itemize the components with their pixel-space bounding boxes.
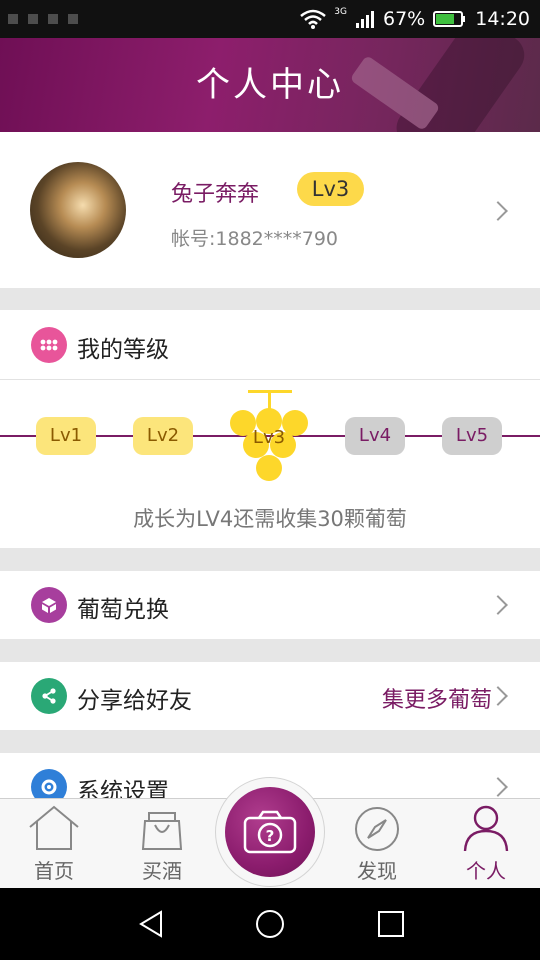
- grape-exchange-row[interactable]: 葡萄兑换: [0, 571, 540, 639]
- system-nav-bar: [0, 888, 540, 960]
- header: 个人中心: [0, 38, 540, 132]
- notification-icons: [8, 14, 78, 24]
- battery-percent: 67%: [383, 8, 426, 30]
- signal-icon: [356, 11, 374, 28]
- growth-hint: 成长为LV4还需收集30颗葡萄: [133, 507, 407, 531]
- camera-button[interactable]: ?: [225, 787, 315, 877]
- nav-buy-label: 买酒: [142, 859, 182, 883]
- chevron-right-icon: [488, 777, 508, 797]
- gift-box-icon: [31, 587, 67, 623]
- share-label: 分享给好友: [77, 688, 192, 714]
- level-badge: Lv3: [297, 172, 364, 206]
- nav-home-label: 首页: [34, 859, 74, 883]
- camera-help-icon: ?: [243, 810, 297, 854]
- level-pill-5: Lv5: [442, 417, 502, 455]
- level-icon: [31, 327, 67, 363]
- back-icon[interactable]: [137, 910, 165, 938]
- level-pill-2: Lv2: [133, 417, 193, 455]
- avatar[interactable]: [30, 162, 126, 258]
- nav-discover[interactable]: 发现: [323, 799, 431, 889]
- nav-buy[interactable]: 买酒: [108, 799, 216, 889]
- level-pill-3: Lv3: [252, 427, 286, 448]
- nav-home[interactable]: 首页: [0, 799, 108, 889]
- wifi-icon: [300, 9, 327, 29]
- share-row[interactable]: 分享给好友 集更多葡萄: [0, 662, 540, 730]
- share-extra-text: 集更多葡萄: [381, 688, 492, 713]
- chevron-right-icon: [488, 595, 508, 615]
- network-type: 3G: [334, 7, 347, 17]
- level-pill-4: Lv4: [345, 417, 405, 455]
- username: 兔子奔奔: [171, 182, 260, 207]
- grape-exchange-label: 葡萄兑换: [77, 597, 169, 623]
- status-bar: 3G 67% 14:20: [0, 0, 540, 38]
- share-icon: [31, 678, 67, 714]
- level-header: 我的等级: [0, 310, 540, 380]
- battery-icon: [433, 11, 466, 27]
- shopping-bag-icon: [141, 812, 183, 850]
- clock: 14:20: [475, 8, 530, 30]
- level-title: 我的等级: [77, 337, 169, 363]
- nav-discover-label: 发现: [357, 859, 397, 883]
- profile-card[interactable]: 兔子奔奔 Lv3 帐号:1882****790: [0, 132, 540, 288]
- nav-me-label: 个人: [466, 859, 506, 883]
- chevron-right-icon: [488, 201, 508, 221]
- recent-apps-icon[interactable]: [377, 910, 405, 938]
- level-card: 我的等级 Lv1 Lv2 Lv3 Lv4 Lv5 成长为LV4还需收集30颗葡萄: [0, 310, 540, 548]
- home-circle-icon[interactable]: [255, 909, 285, 939]
- level-pill-1: Lv1: [36, 417, 96, 455]
- account-number: 帐号:1882****790: [171, 228, 339, 250]
- nav-me[interactable]: 个人: [432, 799, 540, 889]
- home-icon: [29, 805, 79, 850]
- svg-text:?: ?: [266, 827, 275, 845]
- compass-icon: [355, 807, 399, 851]
- person-icon: [463, 805, 509, 852]
- page-title: 个人中心: [196, 65, 344, 105]
